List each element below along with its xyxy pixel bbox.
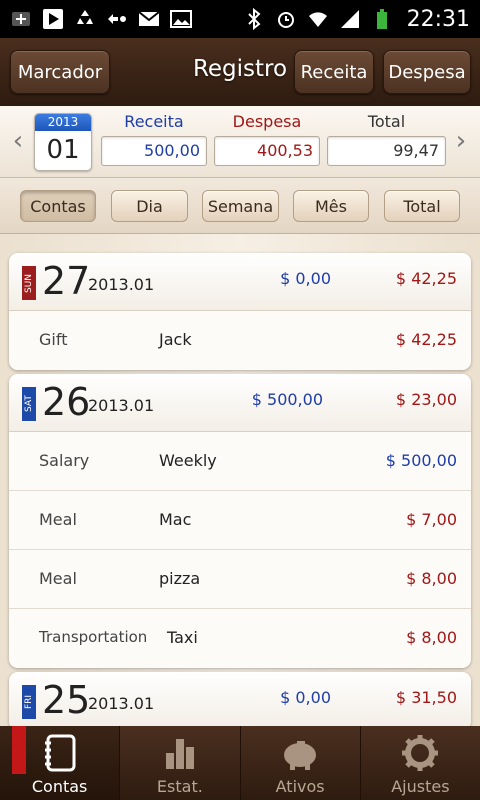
- nav-label: Ativos: [275, 777, 325, 796]
- day-card: FRI 25 2013.01 $ 0,00 $ 31,50: [9, 672, 471, 726]
- calendar-month: 01: [46, 135, 80, 165]
- nav-label: Estat.: [156, 777, 203, 796]
- bluetooth-icon: [243, 8, 265, 30]
- transaction-amount: $ 8,00: [406, 569, 457, 588]
- transaction-amount: $ 7,00: [406, 510, 457, 529]
- day-expense: $ 31,50: [395, 688, 457, 707]
- notebook-icon: [44, 734, 76, 772]
- day-income: $ 0,00: [280, 269, 331, 288]
- total-label: Total: [367, 112, 406, 131]
- nav-ativos[interactable]: Ativos: [241, 726, 361, 800]
- transaction-amount: $ 42,25: [395, 330, 457, 349]
- transaction-list[interactable]: SUN 27 2013.01 $ 0,00 $ 42,25 Gift Jack …: [0, 234, 480, 726]
- nav-estat[interactable]: Estat.: [120, 726, 241, 800]
- wifi-icon: [307, 8, 329, 30]
- day-card: SAT 26 2013.01 $ 500,00 $ 23,00 Salary W…: [9, 374, 471, 668]
- gmail-icon: [138, 8, 160, 30]
- month-summary: ‹ 2013 01 Receita 500,00 Despesa 400,53 …: [0, 106, 480, 178]
- transaction-memo: Taxi: [167, 628, 198, 647]
- transaction-category: Salary: [39, 451, 90, 470]
- picture-icon: [170, 8, 192, 30]
- play-icon: [42, 8, 64, 30]
- tab-dia[interactable]: Dia: [111, 190, 188, 222]
- nav-label: Contas: [31, 777, 88, 796]
- transaction-row[interactable]: Salary Weekly $ 500,00: [9, 432, 471, 491]
- add-income-button[interactable]: Receita: [294, 50, 374, 94]
- year-month: 2013.01: [88, 694, 155, 713]
- income-total: 500,00: [101, 136, 207, 166]
- expense-label: Despesa: [232, 112, 302, 131]
- tab-contas[interactable]: Contas: [20, 190, 96, 222]
- day-header[interactable]: SAT 26 2013.01 $ 500,00 $ 23,00: [9, 374, 471, 432]
- day-number: 26: [42, 380, 91, 424]
- transaction-category: Gift: [39, 330, 68, 349]
- transaction-amount: $ 8,00: [406, 628, 457, 647]
- year-month: 2013.01: [88, 275, 155, 294]
- status-bar: 22:31: [0, 0, 480, 38]
- signal-icon: [339, 8, 361, 30]
- alarm-icon: [275, 8, 297, 30]
- active-ribbon: [12, 726, 26, 774]
- battery-icon: [371, 8, 393, 30]
- app-header: Marcador Registro Receita Despesa: [0, 38, 480, 106]
- transaction-category: Transportation: [39, 628, 148, 646]
- transaction-memo: Mac: [159, 510, 192, 529]
- expense-summary: Despesa 400,53: [214, 112, 320, 166]
- transaction-row[interactable]: Meal Mac $ 7,00: [9, 491, 471, 550]
- arrows-icon: [106, 8, 128, 30]
- add-expense-button[interactable]: Despesa: [383, 50, 471, 94]
- weekday-tag: SUN: [22, 266, 36, 300]
- day-expense: $ 23,00: [395, 390, 457, 409]
- calendar-year: 2013: [35, 114, 91, 131]
- nav-ajustes[interactable]: Ajustes: [361, 726, 480, 800]
- day-card: SUN 27 2013.01 $ 0,00 $ 42,25 Gift Jack …: [9, 253, 471, 370]
- income-label: Receita: [124, 112, 184, 131]
- month-calendar-badge[interactable]: 2013 01: [34, 113, 92, 171]
- balance-total: 99,47: [327, 136, 446, 166]
- day-income: $ 500,00: [251, 390, 323, 409]
- weekday-tag: FRI: [22, 685, 36, 719]
- tab-mes[interactable]: Mês: [293, 190, 369, 222]
- transaction-row[interactable]: Gift Jack $ 42,25: [9, 311, 471, 370]
- transaction-memo: Jack: [159, 330, 192, 349]
- bottom-nav: Contas Estat. Ativos Ajustes: [0, 726, 480, 800]
- income-summary: Receita 500,00: [101, 112, 207, 166]
- transaction-row[interactable]: Transportation Taxi $ 8,00: [9, 609, 471, 668]
- year-month: 2013.01: [88, 396, 155, 415]
- transaction-category: Meal: [39, 569, 77, 588]
- transaction-memo: pizza: [159, 569, 201, 588]
- next-month-arrow-icon[interactable]: ›: [451, 126, 471, 156]
- day-number: 27: [42, 259, 91, 303]
- day-header[interactable]: SUN 27 2013.01 $ 0,00 $ 42,25: [9, 253, 471, 311]
- day-expense: $ 42,25: [395, 269, 457, 288]
- status-time: 22:31: [406, 6, 470, 32]
- piggy-bank-icon: [284, 741, 317, 770]
- nav-label: Ajustes: [391, 777, 450, 796]
- gear-icon: [402, 735, 439, 771]
- transaction-memo: Weekly: [159, 451, 217, 470]
- view-tabs: Contas Dia Semana Mês Total: [0, 178, 480, 234]
- bookmark-button[interactable]: Marcador: [10, 50, 110, 94]
- transaction-amount: $ 500,00: [385, 451, 457, 470]
- nav-contas[interactable]: Contas: [0, 726, 121, 800]
- day-income: $ 0,00: [280, 688, 331, 707]
- prev-month-arrow-icon[interactable]: ‹: [8, 126, 28, 156]
- day-header[interactable]: FRI 25 2013.01 $ 0,00 $ 31,50: [9, 672, 471, 726]
- transaction-row[interactable]: Meal pizza $ 8,00: [9, 550, 471, 609]
- recycle-icon: [74, 8, 96, 30]
- page-title: Registro: [192, 56, 288, 82]
- expense-total: 400,53: [214, 136, 320, 166]
- bar-chart-icon: [165, 739, 194, 769]
- balance-summary: Total 99,47: [327, 112, 446, 166]
- tab-total[interactable]: Total: [384, 190, 460, 222]
- usb-icon: [10, 8, 32, 30]
- tab-semana[interactable]: Semana: [202, 190, 279, 222]
- transaction-category: Meal: [39, 510, 77, 529]
- weekday-tag: SAT: [22, 387, 36, 421]
- day-number: 25: [42, 678, 91, 722]
